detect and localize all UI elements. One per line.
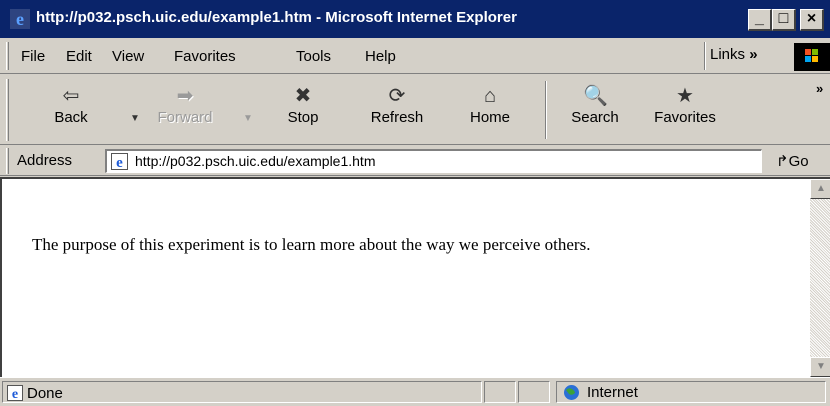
refresh-button[interactable]: ⟳ Refresh: [362, 79, 432, 141]
maximize-button[interactable]: □: [772, 9, 796, 31]
menu-file[interactable]: File: [21, 48, 45, 65]
links-label: Links: [710, 46, 746, 63]
menu-bar: File Edit View Favorites Tools Help Link…: [0, 38, 830, 74]
status-pane-secure: [518, 381, 550, 403]
address-grip: [6, 148, 9, 174]
stop-button[interactable]: ✖ Stop: [268, 79, 338, 141]
status-pane-main: e Done: [2, 381, 482, 403]
zone-text: Internet: [587, 384, 638, 401]
stop-label: Stop: [287, 109, 319, 126]
menu-edit[interactable]: Edit: [66, 48, 92, 65]
scroll-up-button[interactable]: ▲: [810, 179, 830, 199]
favorites-icon: ★: [676, 85, 694, 107]
toolbar-overflow-icon[interactable]: »: [816, 81, 823, 96]
search-icon: 🔍: [583, 85, 608, 107]
svg-text:e: e: [16, 9, 24, 29]
links-button[interactable]: Links »: [710, 46, 758, 63]
go-button[interactable]: ↱Go: [776, 152, 809, 170]
status-bar: e Done Internet: [0, 377, 830, 406]
svg-text:e: e: [116, 155, 123, 170]
forward-arrow-icon: ➡: [176, 85, 194, 107]
menu-help[interactable]: Help: [365, 48, 396, 65]
ie-logo-icon: e: [10, 9, 30, 29]
menu-tools[interactable]: Tools: [296, 48, 331, 65]
page-icon: e: [111, 153, 128, 170]
status-pane-zone: Internet: [556, 381, 826, 403]
back-arrow-icon: ⇦: [62, 85, 80, 107]
refresh-icon: ⟳: [388, 85, 406, 107]
back-dropdown-icon[interactable]: ▼: [130, 113, 140, 124]
stop-icon: ✖: [294, 85, 312, 107]
address-value: http://p032.psch.uic.edu/example1.htm: [135, 153, 376, 169]
forward-dropdown-icon[interactable]: ▼: [243, 113, 253, 124]
windows-logo-icon: [794, 43, 830, 71]
minimize-button[interactable]: _: [748, 9, 772, 31]
back-button[interactable]: ⇦ Back: [36, 79, 106, 141]
svg-text:e: e: [12, 387, 18, 401]
links-chevron-icon: »: [749, 46, 758, 63]
go-label: Go: [788, 153, 809, 170]
toolbar-separator: [545, 81, 547, 139]
forward-button[interactable]: ➡ Forward: [150, 79, 220, 141]
home-label: Home: [469, 109, 510, 126]
back-label: Back: [54, 109, 88, 126]
page-text: The purpose of this experiment is to lea…: [32, 235, 591, 254]
address-bar: Address e http://p032.psch.uic.edu/examp…: [0, 146, 830, 176]
refresh-label: Refresh: [370, 109, 424, 126]
toolbar-grip: [6, 79, 9, 141]
status-pane-progress: [484, 381, 516, 403]
go-arrow-icon: ↱: [776, 153, 789, 170]
title-bar: e http://p032.psch.uic.edu/example1.htm …: [0, 0, 830, 38]
forward-label: Forward: [157, 109, 213, 126]
favorites-button[interactable]: ★ Favorites: [640, 79, 730, 141]
page-icon: e: [7, 385, 23, 401]
menu-grip: [6, 42, 9, 70]
home-icon: ⌂: [483, 85, 497, 107]
links-separator: [704, 42, 706, 70]
standard-toolbar: ⇦ Back ▼ ➡ Forward ▼ ✖ Stop ⟳ Refresh ⌂ …: [0, 75, 830, 145]
address-input[interactable]: e http://p032.psch.uic.edu/example1.htm …: [105, 149, 762, 173]
scroll-down-button[interactable]: ▼: [810, 357, 830, 377]
status-text: Done: [27, 385, 63, 402]
address-label: Address: [17, 152, 73, 169]
search-label: Search: [571, 109, 619, 126]
window-title: http://p032.psch.uic.edu/example1.htm - …: [36, 9, 517, 26]
vertical-scrollbar[interactable]: ▲ ▼: [810, 179, 830, 377]
search-button[interactable]: 🔍 Search: [560, 79, 630, 141]
close-button[interactable]: ×: [800, 9, 824, 31]
home-button[interactable]: ⌂ Home: [455, 79, 525, 141]
menu-view[interactable]: View: [112, 48, 144, 65]
page-content: The purpose of this experiment is to lea…: [0, 177, 830, 377]
favorites-label: Favorites: [654, 109, 716, 126]
menu-favorites[interactable]: Favorites: [174, 48, 236, 65]
internet-globe-icon: [564, 385, 579, 400]
